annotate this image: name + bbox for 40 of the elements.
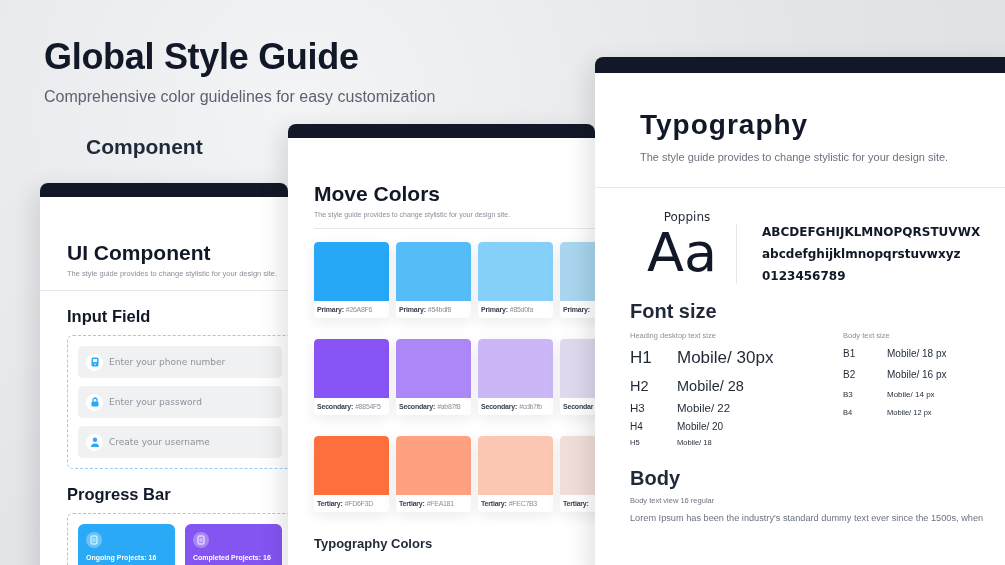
section-label: Component xyxy=(86,135,203,159)
size-label: H3 xyxy=(630,402,646,414)
document-icon xyxy=(193,532,209,548)
font-name: Poppins xyxy=(663,210,711,224)
card-title: UI Component xyxy=(66,240,212,265)
size-value: Mobile/ 18 px xyxy=(887,348,947,359)
phone-icon xyxy=(89,357,100,367)
input-field[interactable]: Enter your phone number xyxy=(78,346,282,378)
size-value: Mobile/ 14 px xyxy=(887,390,935,399)
lowercase-alphabet: abcdefghijklmnopqrstuvwxyz xyxy=(762,246,962,262)
font-sample: Aa xyxy=(647,226,717,280)
section-heading: Typography Colors xyxy=(314,536,434,551)
size-label: H2 xyxy=(630,378,650,394)
input-field[interactable]: Enter your password xyxy=(78,386,282,418)
input-field[interactable]: Create your username xyxy=(78,426,282,458)
size-value: Mobile/ 30px xyxy=(677,348,774,368)
card-title: Move Colors xyxy=(313,181,442,206)
size-value: Mobile/ 22 xyxy=(677,402,731,414)
section-heading: Font size xyxy=(630,300,718,323)
digit-set: 0123456789 xyxy=(762,268,847,284)
section-heading: Body xyxy=(630,467,681,490)
card-subtitle: The style guide provides to change stylistic for your design site. xyxy=(639,150,950,163)
user-icon xyxy=(89,437,100,447)
section-heading: Progress Bar xyxy=(67,485,172,504)
size-value: Mobile/ 28 xyxy=(677,378,744,394)
size-label: B2 xyxy=(843,369,857,380)
card-title: Typography xyxy=(639,108,810,141)
page-title: Global Style Guide xyxy=(44,36,360,78)
size-label: B3 xyxy=(843,390,854,399)
size-value: Mobile/ 20 xyxy=(677,421,724,432)
page-subtitle: Comprehensive color guidelines for easy customization xyxy=(44,88,436,106)
size-label: H4 xyxy=(630,421,644,432)
document-icon xyxy=(86,532,102,548)
size-value: Mobile/ 16 px xyxy=(887,369,947,380)
size-label: H1 xyxy=(630,348,653,368)
uppercase-alphabet: ABCDEFGHIJKLMNOPQRSTUVWX xyxy=(762,224,981,240)
lock-icon xyxy=(89,397,100,407)
body-text: Lorem Ipsum has been the industry's standard dummy text ever since the 1500s, when xyxy=(630,513,985,523)
section-heading: Input Field xyxy=(67,307,152,326)
size-label: B1 xyxy=(843,348,857,359)
